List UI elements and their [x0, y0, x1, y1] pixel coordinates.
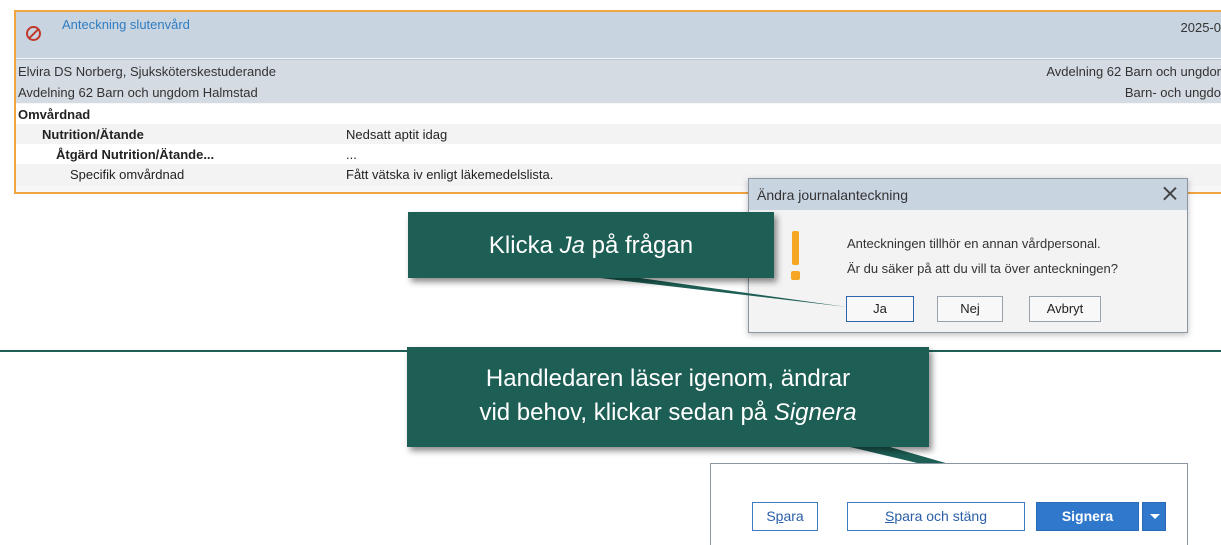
callout-emphasis: Ja	[559, 232, 585, 259]
callout-pointer-1	[600, 278, 847, 307]
save-and-close-button[interactable]: Spara och stäng	[847, 502, 1025, 531]
chevron-down-icon	[1150, 514, 1160, 519]
callout-emphasis: Signera	[773, 399, 857, 426]
sign-options-dropdown[interactable]	[1142, 502, 1166, 531]
callout-text: Klicka	[488, 232, 560, 259]
button-label: para och stäng	[894, 508, 987, 524]
instruction-callout-1: Klicka Ja på frågan	[408, 212, 774, 278]
mnemonic: S	[885, 508, 895, 524]
button-label: S	[766, 508, 776, 524]
action-toolbar: Spara Spara och stäng Signera	[710, 463, 1188, 545]
save-button[interactable]: Spara	[752, 502, 818, 531]
callout-line: Handledaren läser igenom, ändrar	[485, 365, 851, 392]
button-label: ara	[783, 508, 804, 524]
sign-button[interactable]: Signera	[1036, 502, 1139, 531]
callout-text: vid behov, klickar sedan på	[479, 399, 774, 426]
instruction-callout-2: Handledaren läser igenom, ändrar vid beh…	[407, 347, 929, 447]
callout-text: på frågan	[584, 232, 694, 259]
